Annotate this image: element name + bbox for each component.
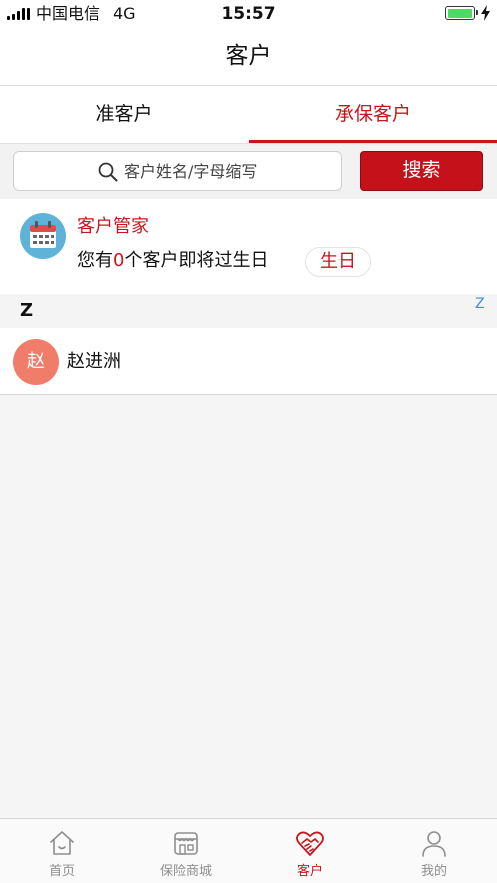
bottom-tab-store[interactable]: 保险商城 — [124, 819, 248, 883]
customer-row[interactable]: 赵 赵进洲 — [0, 328, 497, 395]
page-title: 客户 — [225, 43, 272, 69]
tab-insured-customers[interactable]: 承保客户 — [249, 86, 497, 143]
bottom-tab-bar: 首页 保险商城 客户 我的 — [0, 818, 497, 883]
status-bar: 中国电信 4G 15:57 — [0, 0, 497, 28]
birthday-button[interactable]: 生日 — [305, 247, 371, 277]
tab-prospective-customers[interactable]: 准客户 — [0, 86, 248, 143]
alphabet-index-z[interactable]: Z — [475, 294, 485, 314]
status-time: 15:57 — [221, 4, 276, 24]
search-button[interactable]: 搜索 — [360, 151, 483, 191]
calendar-icon — [20, 213, 66, 259]
handshake-heart-icon — [296, 831, 324, 856]
bottom-tab-label: 保险商城 — [159, 864, 212, 879]
battery-icon — [445, 6, 478, 20]
person-icon — [422, 831, 446, 857]
birthday-prefix: 您有 — [77, 250, 113, 271]
bottom-tab-home[interactable]: 首页 — [0, 819, 124, 883]
customer-name: 赵进洲 — [67, 351, 121, 372]
birthday-count: 0 — [113, 250, 125, 271]
search-box[interactable] — [13, 151, 342, 191]
store-icon — [174, 832, 198, 855]
bottom-tab-label: 我的 — [420, 864, 447, 879]
bottom-tab-label: 首页 — [48, 864, 75, 879]
customer-manager-card: 客户管家 您有0个客户即将过生日 生日 — [0, 199, 497, 294]
customer-manager-title: 客户管家 — [77, 216, 149, 237]
bottom-tab-mine[interactable]: 我的 — [372, 819, 496, 883]
bottom-tab-customers[interactable]: 客户 — [248, 819, 372, 883]
search-area: 搜索 — [0, 144, 497, 199]
search-icon — [98, 162, 118, 182]
nav-bar: 客户 — [0, 28, 497, 86]
section-letter: Z — [20, 300, 34, 321]
search-input[interactable] — [124, 152, 334, 190]
bottom-tab-label: 客户 — [296, 864, 323, 879]
lightning-bolt-icon — [481, 5, 490, 21]
active-tab-indicator — [249, 140, 497, 143]
home-icon — [50, 831, 74, 855]
battery-level — [447, 8, 472, 18]
birthday-reminder-text: 您有0个客户即将过生日 — [77, 249, 268, 273]
section-header: Z Z — [0, 294, 497, 328]
customer-type-tabs: 准客户 承保客户 — [0, 86, 497, 144]
birthday-suffix: 个客户即将过生日 — [124, 250, 269, 271]
customer-avatar: 赵 — [13, 339, 59, 385]
